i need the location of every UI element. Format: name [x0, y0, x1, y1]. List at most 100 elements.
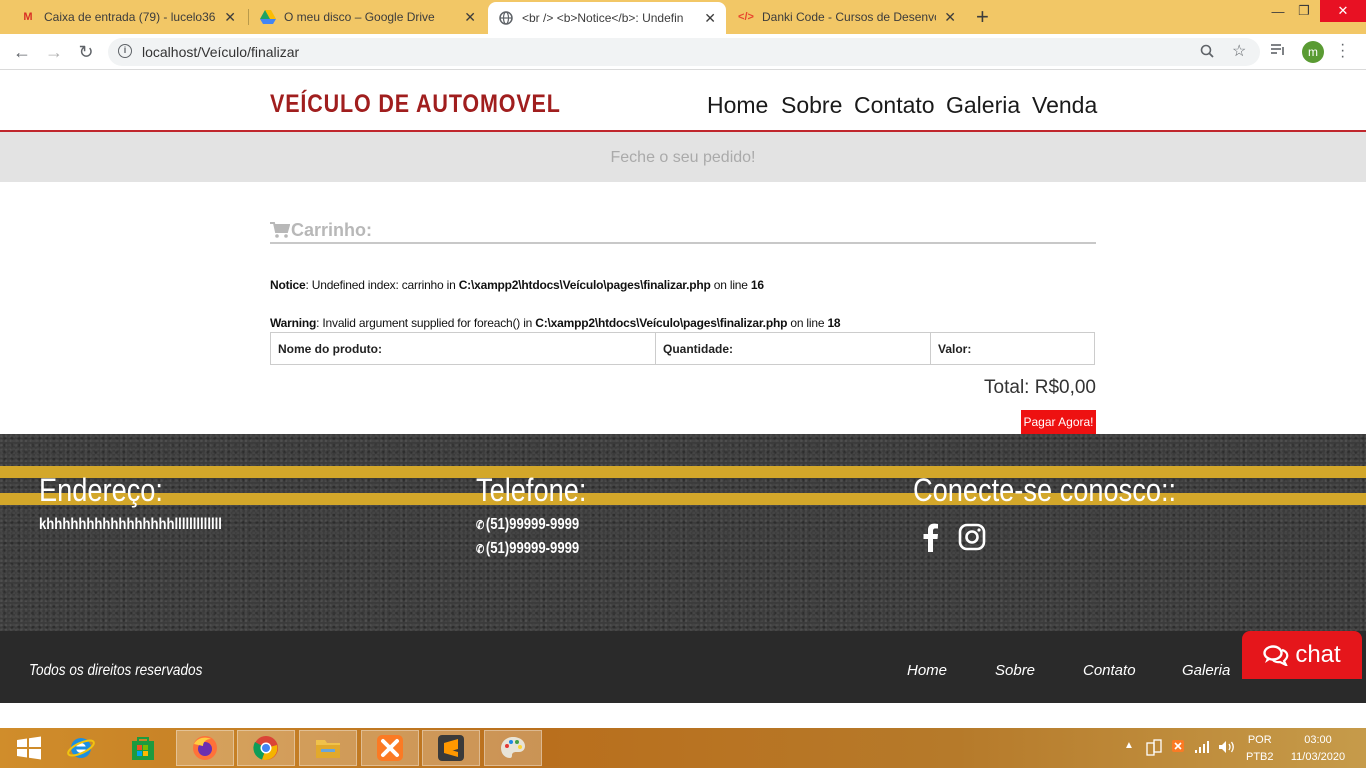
warning-line: 18 [827, 316, 841, 330]
phone-heading: Telefone: [476, 472, 587, 508]
cart-total: Total: R$0,00 [984, 377, 1096, 398]
url-text[interactable]: localhost/Veículo/finalizar [142, 44, 299, 60]
chat-button[interactable]: chat [1242, 631, 1362, 679]
notice-text: : Undefined index: carrinho in [305, 278, 459, 292]
file-explorer-icon[interactable] [299, 730, 357, 766]
footer-nav-home[interactable]: Home [907, 662, 947, 679]
new-tab-button[interactable]: + [976, 4, 989, 30]
keyboard-layout: PTB2 [1246, 751, 1274, 763]
phone-icon: ✆ [476, 542, 485, 556]
internet-explorer-icon[interactable] [52, 730, 110, 766]
windows-start-button[interactable] [0, 730, 58, 766]
profile-avatar[interactable]: m [1302, 41, 1324, 63]
tab-active-notice[interactable]: <br /> <b>Notice</b>: Undefin ✕ [488, 2, 726, 34]
close-window-button[interactable]: ✕ [1320, 0, 1366, 22]
copyright-text: Todos os direitos reservados [29, 662, 203, 679]
kebab-menu-icon[interactable]: · · · [1340, 37, 1345, 65]
site-info-icon[interactable]: i [118, 44, 132, 58]
input-language[interactable]: POR PTB2 [1246, 732, 1274, 768]
footer-nav-sobre[interactable]: Sobre [995, 662, 1035, 679]
column-quantity: Quantidade: [655, 332, 931, 365]
firefox-icon[interactable] [176, 730, 234, 766]
column-value: Valor: [930, 332, 1095, 365]
clock-time: 03:00 [1304, 734, 1332, 746]
xampp-tray-icon[interactable] [1172, 740, 1184, 768]
page-bottom-space [0, 703, 1366, 728]
volume-icon[interactable] [1218, 740, 1236, 768]
tab-gmail[interactable]: M Caixa de entrada (79) - lucelo361 ✕ [10, 0, 246, 34]
address-heading: Endereço: [39, 472, 163, 508]
browser-tab-strip: M Caixa de entrada (79) - lucelo361 ✕ O … [0, 0, 1366, 34]
php-notice-message: Notice: Undefined index: carrinho in C:\… [270, 278, 764, 292]
site-logo[interactable]: VEÍCULO DE AUTOMOVEL [270, 90, 561, 119]
chat-bubbles-icon [1263, 645, 1289, 666]
table-header-row: Nome do produto: Quantidade: Valor: [270, 332, 1095, 365]
footer-nav-contato[interactable]: Contato [1083, 662, 1136, 679]
phone-number: (51)99999-9999 [485, 540, 580, 557]
forward-arrow-icon[interactable]: → [42, 40, 66, 64]
cart-table: Nome do produto: Quantidade: Valor: [270, 332, 1095, 365]
phone-line-1: ✆(51)99999-9999 [476, 516, 579, 534]
warning-line-text: on line [787, 316, 828, 330]
page-banner: Feche o seu pedido! [0, 132, 1366, 182]
store-icon[interactable] [114, 730, 172, 766]
phone-number: (51)99999-9999 [485, 516, 580, 533]
close-tab-icon[interactable]: ✕ [704, 10, 716, 27]
windows-taskbar: ▲ POR PTB2 03:00 11/03/2020 [0, 728, 1366, 768]
chat-label: chat [1295, 641, 1341, 668]
address-bar[interactable]: i localhost/Veículo/finalizar ☆ [108, 38, 1260, 66]
warning-text: : Invalid argument supplied for foreach(… [316, 316, 536, 330]
notice-path: C:\xampp2\htdocs\Veículo\pages\finalizar… [458, 278, 711, 292]
nav-galeria[interactable]: Galeria [946, 92, 1020, 119]
warning-label: Warning [270, 316, 317, 330]
warning-path: C:\xampp2\htdocs\Veículo\pages\finalizar… [535, 316, 788, 330]
phone-line-2: ✆(51)99999-9999 [476, 540, 579, 558]
language-code: POR [1247, 734, 1272, 746]
tab-separator [248, 9, 249, 25]
column-product-name: Nome do produto: [270, 332, 656, 365]
back-arrow-icon[interactable]: ← [10, 40, 34, 64]
tab-google-drive[interactable]: O meu disco – Google Drive ✕ [250, 0, 486, 34]
chrome-icon[interactable] [237, 730, 295, 766]
facebook-icon[interactable] [913, 520, 947, 554]
instagram-icon[interactable] [955, 520, 989, 554]
php-warning-message: Warning: Invalid argument supplied for f… [270, 316, 841, 330]
notification-app-icon[interactable] [1146, 739, 1162, 768]
system-clock[interactable]: 03:00 11/03/2020 [1286, 732, 1350, 768]
footer-nav-galeria[interactable]: Galeria [1182, 662, 1230, 679]
globe-icon [498, 10, 514, 26]
restore-button[interactable]: ❐ [1284, 0, 1324, 22]
code-icon: </> [738, 11, 754, 23]
media-control-icon[interactable] [1270, 43, 1286, 60]
close-tab-icon[interactable]: ✕ [944, 9, 956, 26]
cart-title: Carrinho: [291, 219, 372, 240]
nav-venda[interactable]: Venda [1032, 92, 1097, 119]
notice-line: 16 [750, 278, 764, 292]
shopping-cart-icon [270, 222, 290, 238]
nav-contato[interactable]: Contato [854, 92, 935, 119]
pay-now-button[interactable]: Pagar Agora! [1021, 410, 1096, 434]
nav-home[interactable]: Home [707, 92, 768, 119]
star-icon[interactable]: ☆ [1232, 41, 1246, 61]
paint-icon[interactable] [484, 730, 542, 766]
network-signal-icon[interactable] [1194, 741, 1210, 768]
close-tab-icon[interactable]: ✕ [224, 9, 236, 26]
reload-icon[interactable]: ↻ [74, 40, 98, 64]
phone-icon: ✆ [476, 518, 485, 532]
tab-danki-code[interactable]: </> Danki Code - Cursos de Desenvo ✕ [728, 0, 966, 34]
bottom-bar: Todos os direitos reservados Home Sobre … [0, 631, 1366, 703]
xampp-icon[interactable] [361, 730, 419, 766]
zoom-icon[interactable] [1200, 44, 1214, 61]
address-text: khhhhhhhhhhhhhhhhlllllllllllll [39, 516, 222, 533]
notice-line-text: on line [710, 278, 751, 292]
banner-text: Feche o seu pedido! [610, 149, 756, 166]
browser-toolbar: ← → ↻ i localhost/Veículo/finalizar ☆ m … [0, 34, 1366, 70]
nav-sobre[interactable]: Sobre [781, 92, 842, 119]
clock-date: 11/03/2020 [1290, 751, 1346, 763]
cart-heading: Carrinho: [270, 218, 1096, 244]
show-hidden-icons[interactable]: ▲ [1124, 740, 1134, 768]
close-tab-icon[interactable]: ✕ [464, 9, 476, 26]
sublime-text-icon[interactable] [422, 730, 480, 766]
social-heading: Conecte-se conosco:: [913, 472, 1177, 508]
google-drive-icon [260, 9, 276, 25]
